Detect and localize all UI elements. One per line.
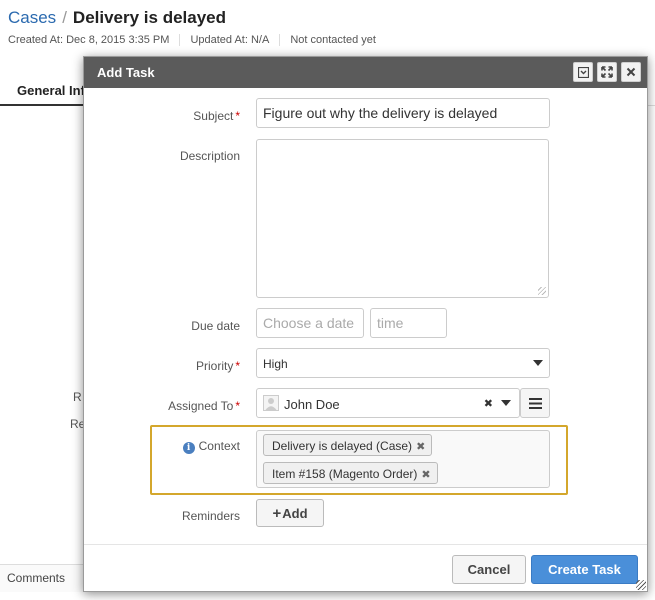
- case-meta: Created At: Dec 8, 2015 3:35 PM Updated …: [8, 34, 386, 46]
- required-marker: *: [235, 359, 240, 373]
- user-avatar-icon: [263, 395, 279, 411]
- created-at: Created At: Dec 8, 2015 3:35 PM: [8, 34, 170, 46]
- comments-section[interactable]: Comments: [0, 564, 84, 592]
- context-multiselect[interactable]: Delivery is delayed (Case) ✖ Item #158 (M…: [256, 430, 550, 488]
- assigned-to-select[interactable]: John Doe ✖: [256, 388, 520, 418]
- updated-at: Updated At: N/A: [179, 34, 279, 46]
- plus-icon: +: [272, 504, 282, 522]
- context-tag: Delivery is delayed (Case) ✖: [263, 434, 433, 456]
- assigned-to-menu-button[interactable]: [520, 388, 550, 418]
- due-date-label: Due date: [191, 319, 240, 333]
- required-marker: *: [235, 109, 240, 123]
- breadcrumb-cases-link[interactable]: Cases: [8, 8, 56, 27]
- dialog-controls: [573, 62, 641, 82]
- required-marker: *: [235, 399, 240, 413]
- contact-status: Not contacted yet: [279, 34, 386, 46]
- context-tag: Item #158 (Magento Order) ✖: [263, 462, 438, 484]
- assigned-to-value: John Doe: [284, 397, 340, 412]
- tab-general-information[interactable]: General Information: [0, 74, 84, 106]
- breadcrumb: Cases / Delivery is delayed: [8, 8, 226, 28]
- cancel-button[interactable]: Cancel: [452, 555, 526, 584]
- priority-label: Priority *: [195, 359, 240, 373]
- dialog-title: Add Task: [97, 65, 155, 80]
- list-icon: [529, 398, 542, 409]
- page-title: Delivery is delayed: [72, 8, 227, 27]
- dialog-resize-handle-icon[interactable]: [636, 580, 646, 590]
- maximize-icon[interactable]: [597, 62, 617, 82]
- remove-tag-icon[interactable]: ✖: [421, 469, 430, 481]
- description-textarea[interactable]: [256, 139, 549, 298]
- page-header: Cases / Delivery is delayed Created At: De…: [0, 0, 655, 60]
- reminders-label: Reminders: [181, 509, 240, 523]
- description-label: Description: [179, 149, 240, 163]
- dialog-footer-divider: [84, 544, 647, 545]
- background-label: R: [73, 390, 82, 404]
- due-date-input[interactable]: Choose a date: [256, 308, 364, 338]
- create-task-button[interactable]: Create Task: [531, 555, 638, 584]
- close-icon[interactable]: [621, 62, 641, 82]
- dialog-titlebar[interactable]: Add Task: [84, 57, 647, 88]
- due-time-input[interactable]: time: [370, 308, 447, 338]
- priority-value: High: [263, 357, 288, 371]
- breadcrumb-separator: /: [62, 8, 67, 27]
- resize-grip-icon[interactable]: [538, 287, 546, 295]
- subject-input[interactable]: Figure out why the delivery is delayed: [256, 98, 550, 128]
- context-label: i Context: [84, 439, 240, 454]
- priority-select[interactable]: High: [256, 348, 550, 378]
- subject-label: Subject *: [193, 109, 240, 123]
- chevron-down-icon[interactable]: [501, 400, 511, 406]
- remove-tag-icon[interactable]: ✖: [416, 441, 425, 453]
- info-icon: i: [182, 442, 195, 454]
- clear-icon[interactable]: ✖: [484, 397, 493, 410]
- chevron-down-icon: [533, 360, 543, 366]
- minimize-icon[interactable]: [573, 62, 593, 82]
- add-task-dialog: Add Task Subject * Figure out why the del…: [83, 56, 648, 592]
- add-reminder-button[interactable]: + Add: [256, 499, 324, 527]
- assigned-to-label: Assigned To *: [168, 399, 240, 413]
